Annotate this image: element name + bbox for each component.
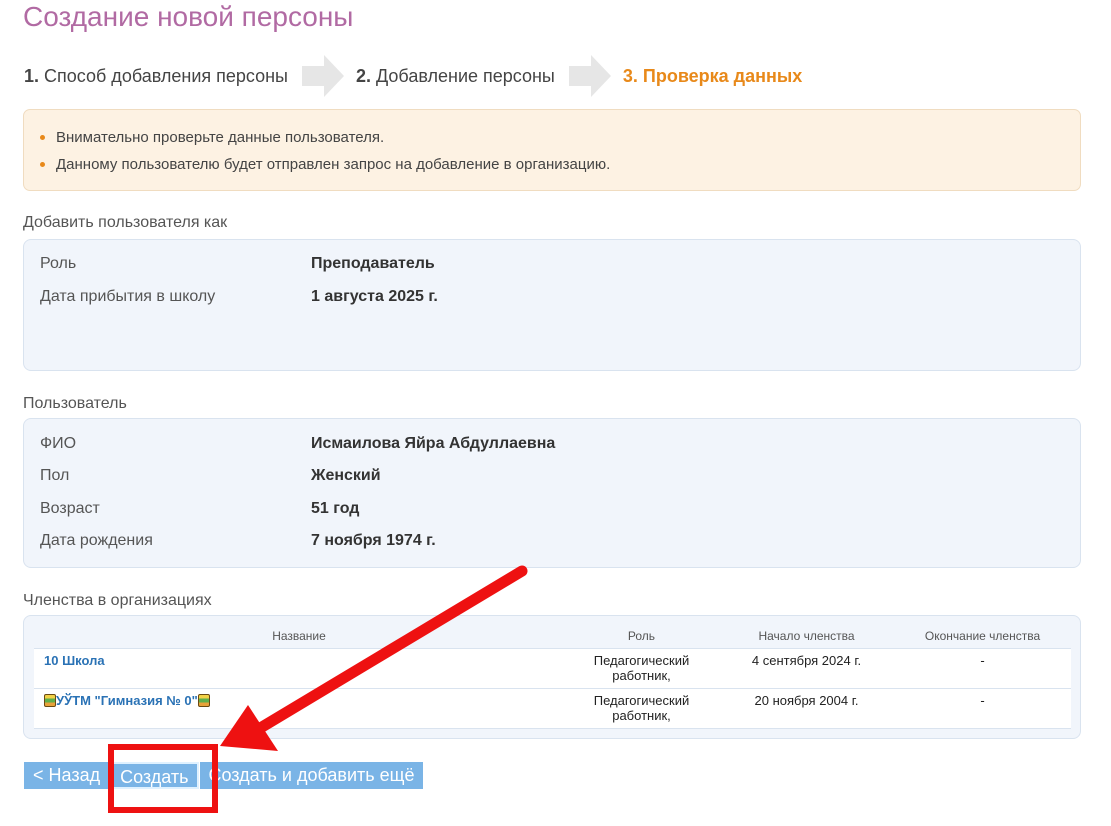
annotation-arrow-icon xyxy=(220,565,528,751)
